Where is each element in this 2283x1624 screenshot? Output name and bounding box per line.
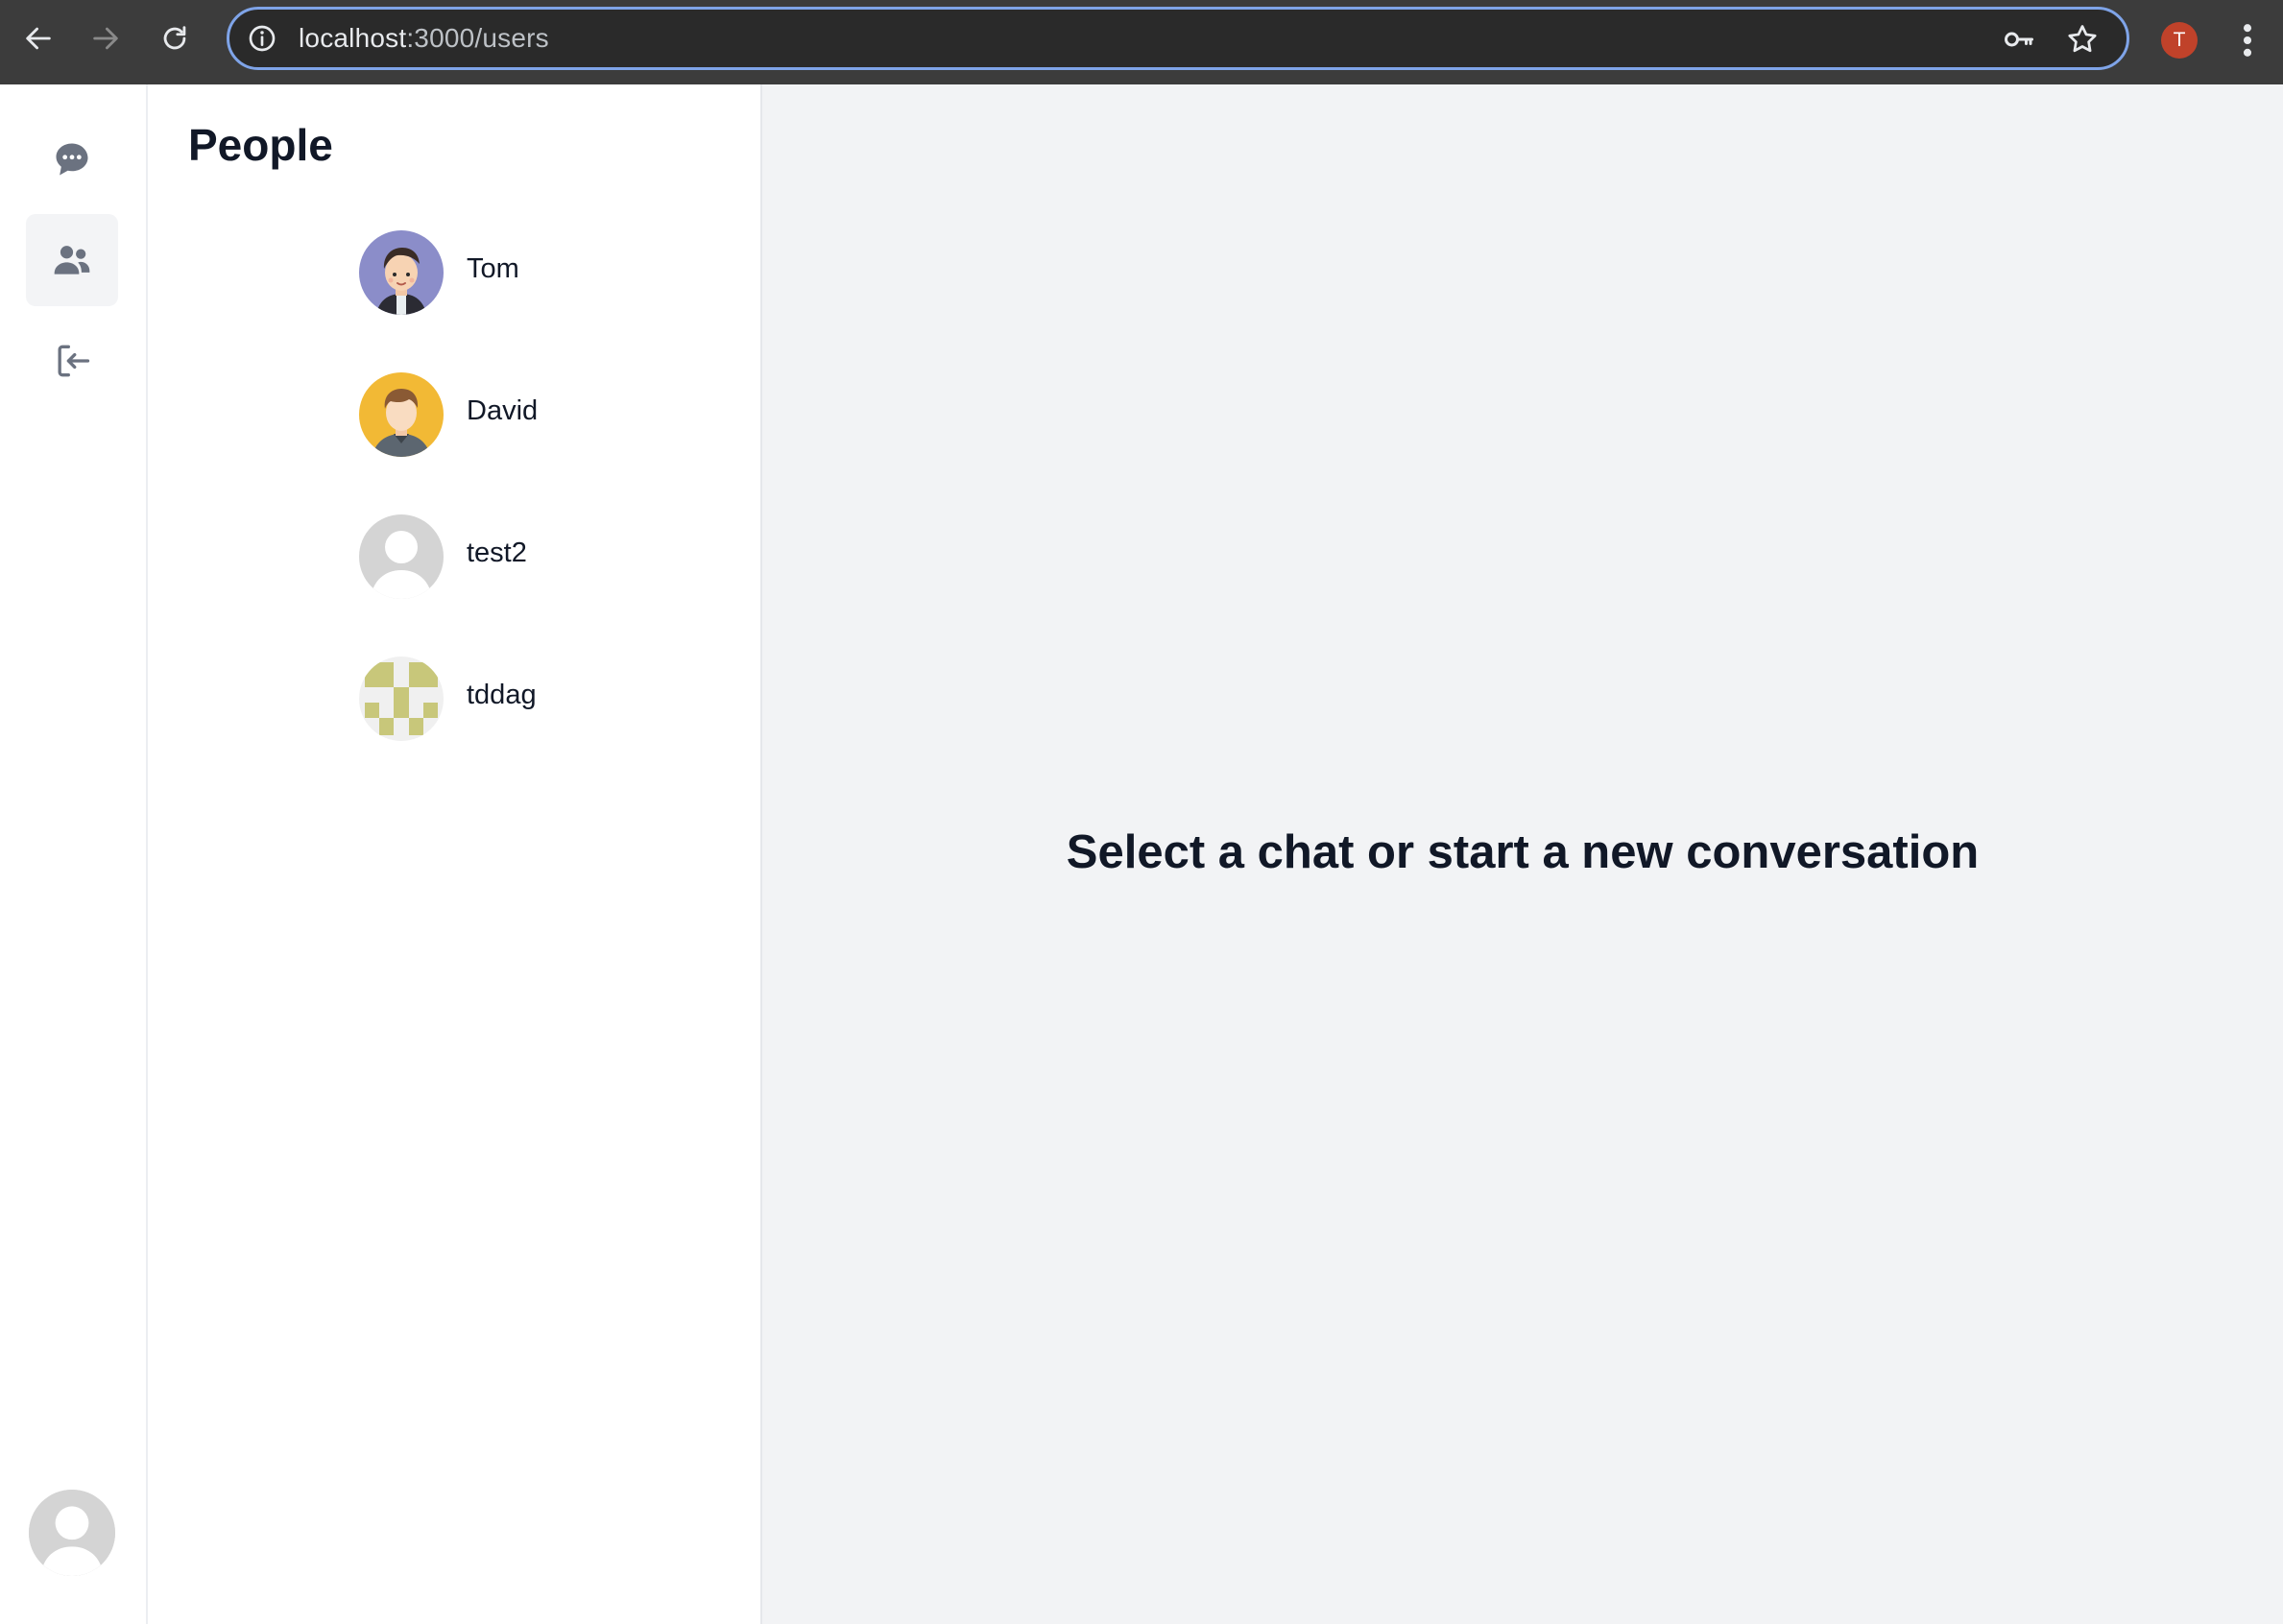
cartoon-boy-avatar <box>359 230 444 315</box>
back-arrow-icon <box>26 27 51 50</box>
user-list-item[interactable]: David <box>167 351 743 478</box>
app-root: People Tom David test2 tddag Select a ch… <box>0 84 2283 1624</box>
user-list-item[interactable]: Tom <box>167 209 743 336</box>
url-text[interactable]: localhost:3000/users <box>299 10 549 67</box>
back-button[interactable] <box>13 13 63 63</box>
current-user-avatar[interactable] <box>29 1490 115 1576</box>
users-icon <box>54 246 90 275</box>
page-title: People <box>188 120 333 170</box>
nav-people-button[interactable] <box>26 214 118 306</box>
user-name: Tom <box>467 253 519 284</box>
logout-icon <box>58 345 90 377</box>
user-name: test2 <box>467 537 527 568</box>
reload-icon <box>163 26 186 50</box>
default-person-icon <box>29 1490 115 1576</box>
address-bar[interactable]: localhost:3000/users <box>227 7 2129 70</box>
info-icon[interactable] <box>247 23 277 54</box>
nav-rail <box>0 84 148 1624</box>
user-name: David <box>467 395 539 426</box>
chat-bubble-icon <box>56 143 88 176</box>
empty-state-message: Select a chat or start a new conversatio… <box>1066 826 1980 878</box>
star-icon[interactable] <box>2065 22 2100 57</box>
user-list-item[interactable]: test2 <box>167 493 743 620</box>
kebab-menu-icon[interactable] <box>2231 19 2264 61</box>
user-name: tddag <box>467 680 537 710</box>
browser-toolbar: localhost:3000/users T <box>0 0 2283 84</box>
conversation-area: Select a chat or start a new conversatio… <box>762 84 2283 1624</box>
people-panel: People Tom David test2 tddag <box>148 84 762 1624</box>
default-person-avatar <box>359 514 444 599</box>
profile-avatar[interactable]: T <box>2161 22 2198 59</box>
cartoon-man-avatar <box>359 372 444 457</box>
user-list-item[interactable]: tddag <box>167 635 743 762</box>
nav-chats-button[interactable] <box>26 113 118 205</box>
identicon-avatar <box>359 657 444 741</box>
key-icon[interactable] <box>2002 22 2036 57</box>
forward-button[interactable] <box>81 13 131 63</box>
forward-arrow-icon <box>93 27 118 50</box>
nav-logout-button[interactable] <box>26 315 118 407</box>
reload-button[interactable] <box>150 13 200 63</box>
